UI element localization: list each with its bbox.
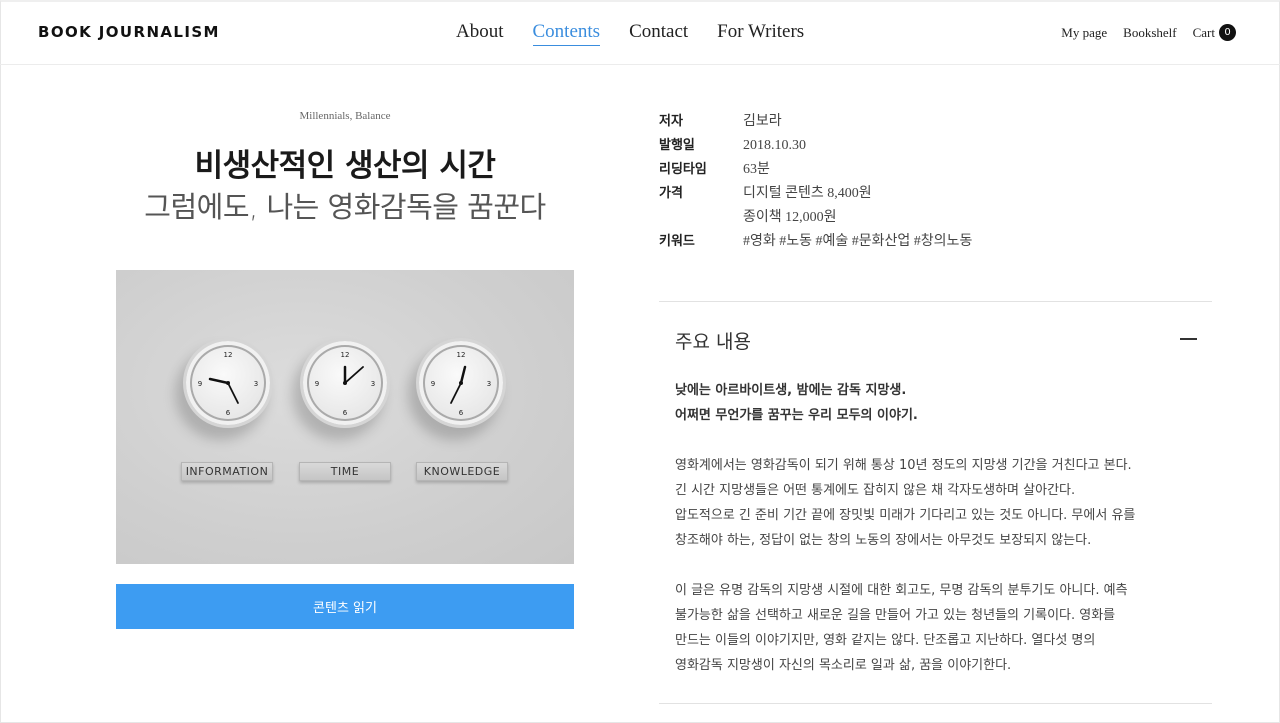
keyword-list[interactable]: #영화 #노동 #예술 #문화산업 #창의노동 <box>743 230 972 254</box>
summary-heading[interactable]: 주요 내용 <box>675 327 751 354</box>
nav-for-writers[interactable]: For Writers <box>717 21 804 46</box>
book-category: Millennials, Balance <box>299 110 391 122</box>
meta-value: 김보라 <box>743 114 782 129</box>
book-meta: 저자 김보라 발행일 2018.10.30 리딩타임 63분 가격 디지털 콘텐… <box>659 110 972 254</box>
svg-text:9: 9 <box>198 380 202 388</box>
book-title: 비생산적인 생산의 시간 <box>194 148 496 184</box>
meta-label: 발행일 <box>659 138 695 153</box>
svg-text:3: 3 <box>487 380 491 388</box>
bookshelf-link[interactable]: Bookshelf <box>1123 25 1176 41</box>
book-cover-image: 12 3 6 9 12 3 6 9 12 3 6 9 INFORMATION T… <box>116 270 574 564</box>
nav-contact[interactable]: Contact <box>629 21 688 46</box>
text-line: 만드는 이들의 이야기지만, 영화 같지는 않다. 단조롭고 지난하다. 열다섯… <box>675 633 1096 648</box>
svg-text:9: 9 <box>315 380 319 388</box>
cart-link[interactable]: Cart 0 <box>1193 24 1236 41</box>
cart-count-badge: 0 <box>1219 24 1236 41</box>
nav-about[interactable]: About <box>456 21 504 46</box>
text-line: 영화계에서는 영화감독이 되기 위해 통상 10년 정도의 지망생 기간을 거친… <box>675 458 1132 473</box>
read-contents-button[interactable]: 콘텐츠 읽기 <box>116 584 574 629</box>
my-page-link[interactable]: My page <box>1061 25 1107 41</box>
summary-paragraph: 영화계에서는 영화감독이 되기 위해 통상 10년 정도의 지망생 기간을 거친… <box>675 453 1205 553</box>
svg-text:12: 12 <box>341 351 350 359</box>
site-header: BOOK JOURNALISM About Contents Contact F… <box>0 0 1280 65</box>
svg-text:3: 3 <box>254 380 258 388</box>
text-line: 창조해야 하는, 정답이 없는 창의 노동의 장에서는 아무것도 보장되지 않는… <box>675 533 1092 548</box>
nav-contents[interactable]: Contents <box>532 21 601 46</box>
svg-text:6: 6 <box>459 409 464 417</box>
cover-plate: TIME <box>299 462 391 481</box>
meta-price: 가격 디지털 콘텐츠 8,400원 종이책 12,000원 <box>659 182 972 230</box>
meta-label: 리딩타임 <box>659 162 707 177</box>
svg-text:12: 12 <box>457 351 466 359</box>
utility-nav: My page Bookshelf Cart 0 <box>1045 24 1236 41</box>
main-nav: About Contents Contact For Writers <box>456 21 833 46</box>
summary-paragraph: 이 글은 유명 감독의 지망생 시절에 대한 회고도, 무명 감독의 분투기도 … <box>675 578 1205 678</box>
text-line: 긴 시간 지망생들은 어떤 통계에도 잡히지 않은 채 각자도생하며 살아간다. <box>675 483 1076 498</box>
svg-text:6: 6 <box>226 409 231 417</box>
meta-keywords: 키워드 #영화 #노동 #예술 #문화산업 #창의노동 <box>659 230 972 254</box>
meta-label: 저자 <box>659 114 683 129</box>
svg-text:3: 3 <box>371 380 375 388</box>
lead-line: 낮에는 아르바이트생, 밤에는 감독 지망생. <box>675 383 907 398</box>
text-line: 영화감독 지망생이 자신의 목소리로 일과 삶, 꿈을 이야기한다. <box>675 658 1012 673</box>
cover-plate: INFORMATION <box>181 462 273 481</box>
divider <box>659 703 1212 704</box>
summary-body: 낮에는 아르바이트생, 밤에는 감독 지망생. 어쩌면 무언가를 꿈꾸는 우리 … <box>675 378 1205 703</box>
svg-text:12: 12 <box>224 351 233 359</box>
meta-value: 2018.10.30 <box>743 138 806 153</box>
meta-label: 키워드 <box>659 234 695 249</box>
svg-text:9: 9 <box>431 380 435 388</box>
cover-plate: KNOWLEDGE <box>416 462 508 481</box>
meta-value: 63분 <box>743 162 770 177</box>
svg-text:6: 6 <box>343 409 348 417</box>
meta-label: 가격 <box>659 186 683 201</box>
meta-value: 디지털 콘텐츠 8,400원 종이책 12,000원 <box>743 182 872 230</box>
cart-label: Cart <box>1192 24 1215 40</box>
text-line: 압도적으로 긴 준비 기간 끝에 장밋빛 미래가 기다리고 있는 것도 아니다.… <box>675 508 1136 523</box>
text-line: 불가능한 삶을 선택하고 새로운 길을 만들어 가고 있는 청년들의 기록이다.… <box>675 608 1116 623</box>
book-subtitle: 그럼에도, 나는 영화감독을 꿈꾼다 <box>144 190 546 224</box>
site-logo[interactable]: BOOK JOURNALISM <box>38 23 220 41</box>
price-digital: 디지털 콘텐츠 8,400원 <box>743 186 872 201</box>
price-paper: 종이책 12,000원 <box>743 210 837 225</box>
lead-line: 어쩌면 무언가를 꿈꾸는 우리 모두의 이야기. <box>675 408 918 423</box>
meta-author: 저자 김보라 <box>659 110 972 134</box>
text-line: 이 글은 유명 감독의 지망생 시절에 대한 회고도, 무명 감독의 분투기도 … <box>675 583 1128 598</box>
summary-lead: 낮에는 아르바이트생, 밤에는 감독 지망생. 어쩌면 무언가를 꿈꾸는 우리 … <box>675 378 1205 428</box>
collapse-minus-icon[interactable] <box>1180 338 1197 340</box>
divider <box>659 301 1212 302</box>
meta-date: 발행일 2018.10.30 <box>659 134 972 158</box>
meta-reading-time: 리딩타임 63분 <box>659 158 972 182</box>
